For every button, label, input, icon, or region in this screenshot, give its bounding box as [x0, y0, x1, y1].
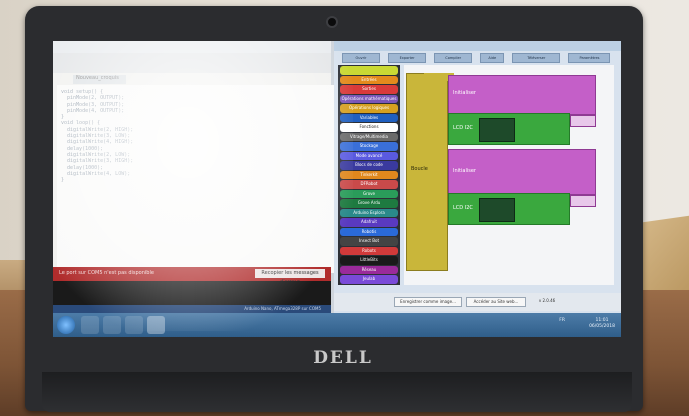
palette-category[interactable]: Robotis — [340, 227, 398, 236]
copy-errors-button[interactable]: Recopier les messages d'erreur — [255, 269, 325, 285]
palette-category[interactable]: Opérations mathématiques — [340, 94, 398, 103]
code-line[interactable]: } — [61, 177, 331, 183]
brand-logo: DELL — [313, 348, 373, 368]
laptop-screen: Nouveau_croquis void setup() { pinMode(2… — [53, 41, 621, 337]
palette-category[interactable]: DFRobot — [340, 180, 398, 189]
lcd-block-label: LCD I2C — [453, 205, 473, 211]
folder-icon[interactable] — [103, 316, 121, 334]
palette-category[interactable]: Arduino Esplora — [340, 208, 398, 217]
laptop-hinge — [42, 372, 632, 412]
palette-category[interactable]: Insect Bot — [340, 237, 398, 246]
code-editor[interactable]: void setup() { pinMode(2, OUTPUT); pinMo… — [57, 85, 335, 273]
system-clock[interactable]: FR 11:01 06/05/2018 — [559, 318, 615, 330]
error-bar: Le port sur COM5 n'est pas disponible Re… — [53, 267, 331, 285]
webcam-icon — [326, 16, 338, 28]
palette-category[interactable]: Vitrage/Multimedia — [340, 132, 398, 141]
lang-indicator[interactable]: FR — [559, 318, 565, 324]
palette-category[interactable]: Jeulab — [340, 275, 398, 284]
ie-icon[interactable] — [81, 316, 99, 334]
arduino-icon[interactable] — [147, 316, 165, 334]
app-footer: Enregistrer comme image... Accéder au Si… — [334, 293, 621, 311]
palette-category[interactable]: Adafruit — [340, 218, 398, 227]
block-editor-window: Ouvrir Exporter Compiler Aide Téléverser… — [334, 41, 621, 313]
app-toolbar: Ouvrir Exporter Compiler Aide Téléverser… — [342, 53, 617, 63]
block-palette: Entrées Sorties Opérations mathématiques Op… — [338, 65, 400, 285]
palette-category[interactable]: Blocs de code — [340, 161, 398, 170]
palette-category[interactable]: Entrées — [340, 75, 398, 84]
lcd-value-slot[interactable] — [570, 115, 596, 127]
palette-category[interactable]: Sorties — [340, 85, 398, 94]
app-title-bar[interactable] — [334, 41, 621, 51]
ide-menu-bar[interactable] — [53, 41, 331, 53]
loop-block-label: Boucle — [411, 166, 428, 172]
init-block[interactable]: Initialiser — [448, 149, 596, 195]
palette-category[interactable] — [340, 66, 398, 75]
palette-category[interactable]: Tinkerkit — [340, 170, 398, 179]
start-button-icon[interactable] — [57, 316, 75, 334]
sketch-tab[interactable]: Nouveau_croquis — [73, 75, 126, 84]
ide-toolbar[interactable] — [53, 53, 331, 73]
lcd-module-image — [479, 118, 515, 142]
error-message: Le port sur COM5 n'est pas disponible — [59, 270, 154, 276]
init-block-label: Initialiser — [453, 90, 476, 96]
block-canvas[interactable]: Boucle Initialiser LCD I2C Initialiser L… — [404, 65, 614, 285]
init-block[interactable]: Initialiser — [448, 75, 596, 115]
lcd-value-slot[interactable] — [570, 195, 596, 207]
lcd-module-image — [479, 198, 515, 222]
website-button[interactable]: Accéder au Site web... — [466, 297, 526, 307]
loop-block[interactable]: Boucle — [406, 73, 448, 271]
toolbar-button[interactable]: Exporter — [388, 53, 427, 63]
palette-category[interactable]: LittleBits — [340, 256, 398, 265]
console-output — [53, 281, 331, 305]
ide-status-bar: Arduino Nano, ATmega328P sur COM5 — [53, 305, 331, 313]
palette-category[interactable]: Stockage — [340, 142, 398, 151]
init-block-label: Initialiser — [453, 168, 476, 174]
toolbar-button[interactable]: Compiler — [434, 53, 473, 63]
toolbar-button[interactable]: Paramètres — [568, 53, 611, 63]
toolbar-button[interactable]: Ouvrir — [342, 53, 380, 63]
palette-category[interactable]: Grove Ardu — [340, 199, 398, 208]
save-image-button[interactable]: Enregistrer comme image... — [394, 297, 462, 307]
palette-category[interactable]: Variables — [340, 113, 398, 122]
board-status: Arduino Nano, ATmega328P sur COM5 — [244, 306, 321, 311]
lcd-block[interactable]: LCD I2C — [448, 113, 570, 145]
toolbar-button[interactable]: Téléverser — [512, 53, 561, 63]
palette-category[interactable]: Réseau — [340, 265, 398, 274]
palette-category[interactable]: Opérations logiques — [340, 104, 398, 113]
palette-category[interactable]: Robots — [340, 246, 398, 255]
lcd-block[interactable]: LCD I2C — [448, 193, 570, 225]
toolbar-button[interactable]: Aide — [480, 53, 505, 63]
version-label: v 2.0.46 — [538, 298, 556, 303]
media-player-icon[interactable] — [125, 316, 143, 334]
palette-category[interactable]: Mode avancé — [340, 151, 398, 160]
clock-date: 06/05/2018 — [589, 324, 615, 329]
palette-category[interactable]: Fonctions — [340, 123, 398, 132]
palette-category[interactable]: Grove — [340, 189, 398, 198]
ide-window: Nouveau_croquis void setup() { pinMode(2… — [53, 41, 335, 313]
windows-taskbar: FR 11:01 06/05/2018 — [53, 313, 621, 337]
lcd-block-label: LCD I2C — [453, 125, 473, 131]
